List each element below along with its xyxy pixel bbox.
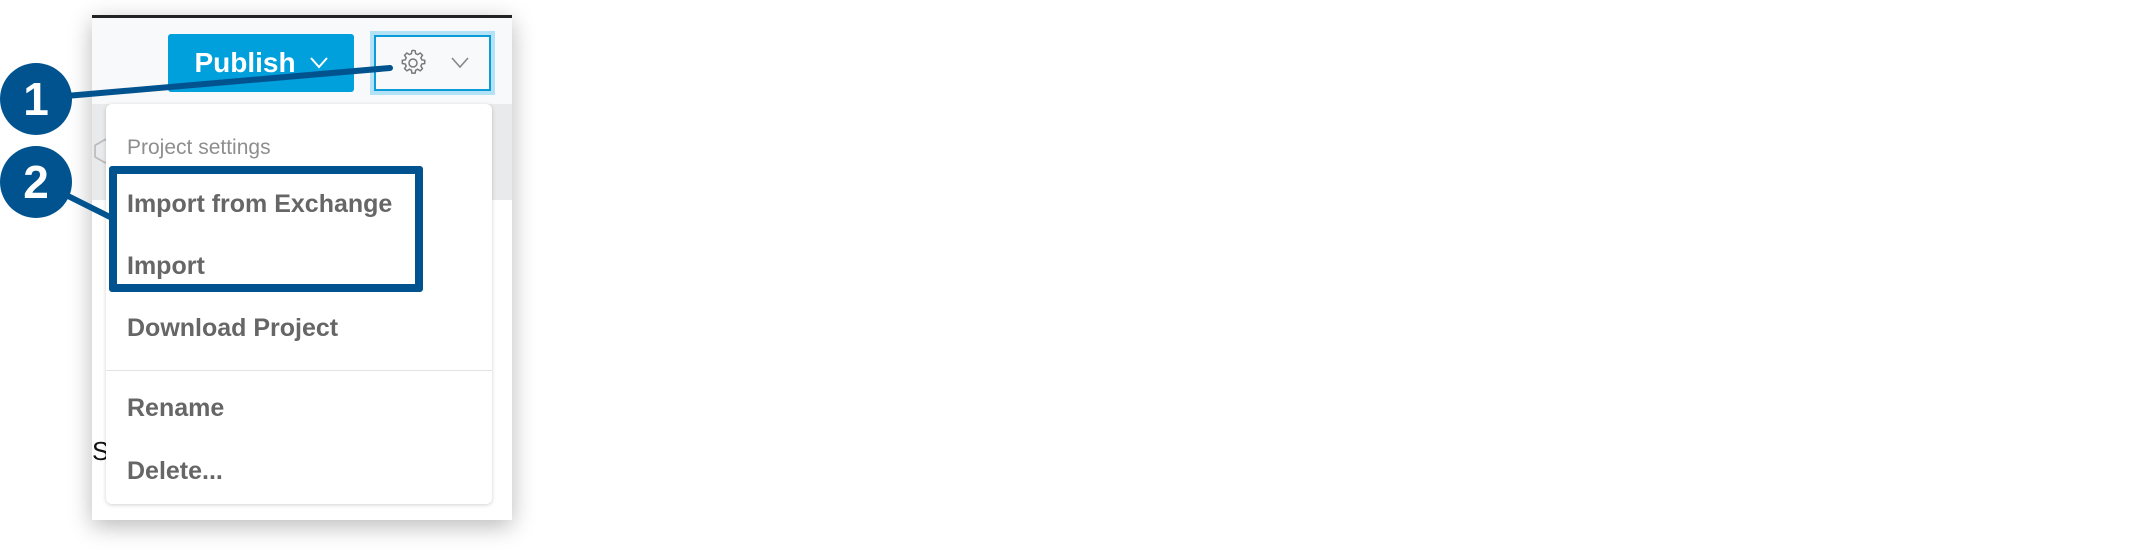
callout-line-2	[62, 191, 114, 221]
highlight-box	[109, 166, 423, 292]
callout-badge-2: 2	[0, 146, 72, 218]
callout-line-1	[63, 65, 393, 99]
callout-badge-1: 1	[0, 63, 72, 135]
